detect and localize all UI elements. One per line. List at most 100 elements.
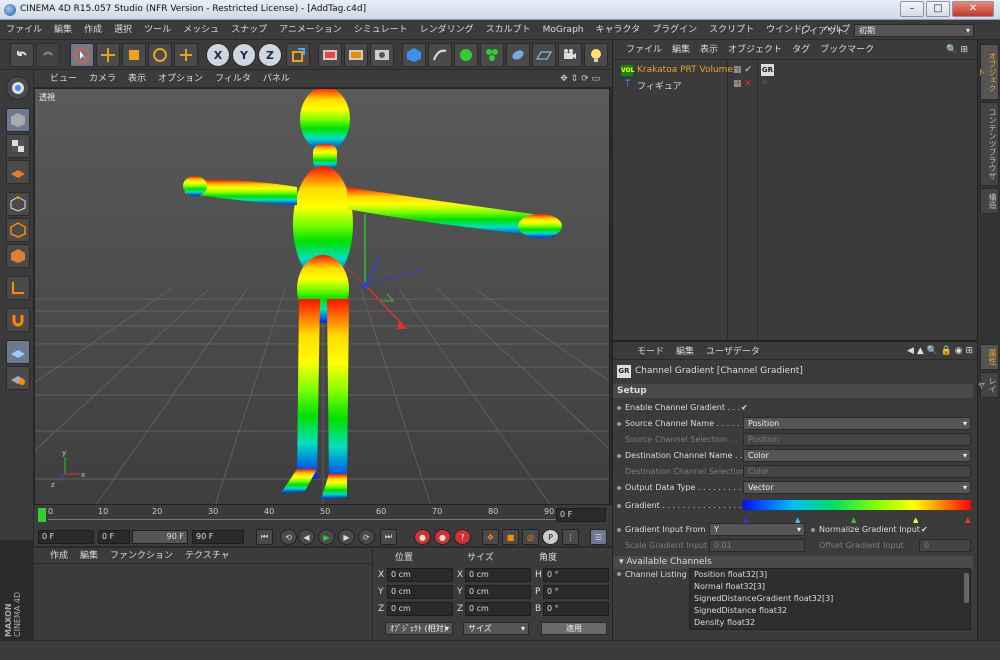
gradient-knots[interactable]: ▲ ▲ ▲ ▲ ▲: [743, 512, 971, 524]
cube-primitive-icon[interactable]: [402, 43, 426, 67]
position-y-field[interactable]: 0 cm: [387, 585, 453, 599]
gradient-bar[interactable]: [743, 500, 971, 510]
next-frame-icon[interactable]: ▶: [338, 529, 355, 545]
vp-menu-options[interactable]: オプション: [152, 70, 209, 88]
attr-menu-mode[interactable]: モード: [631, 344, 670, 357]
live-selection-icon[interactable]: [174, 43, 198, 67]
cloner-icon[interactable]: [480, 43, 504, 67]
menu-sculpt[interactable]: スカルプト: [480, 20, 537, 40]
obj-menu-tags[interactable]: タグ: [787, 40, 815, 60]
axis-mode-icon[interactable]: [6, 276, 30, 300]
menu-simulate[interactable]: シミュレート: [348, 20, 414, 40]
mat-menu-texture[interactable]: テクスチャ: [179, 548, 236, 564]
edges-mode-icon[interactable]: [6, 218, 30, 242]
obj-menu-file[interactable]: ファイル: [621, 40, 667, 60]
menu-select[interactable]: 選択: [108, 20, 138, 40]
gradient-input-dropdown[interactable]: Y ▾: [709, 523, 805, 536]
size-y-field[interactable]: 0 cm: [465, 585, 531, 599]
menu-mesh[interactable]: メッシュ: [177, 20, 225, 40]
particle-figure[interactable]: [183, 89, 562, 499]
render-view-icon[interactable]: [318, 43, 342, 67]
end-frame-field[interactable]: 90 F: [192, 530, 244, 544]
key-scale-icon[interactable]: ■: [502, 529, 519, 545]
floor-icon[interactable]: [532, 43, 556, 67]
polygons-mode-icon[interactable]: [6, 244, 30, 268]
play-icon[interactable]: ▶: [318, 529, 335, 545]
previous-key-icon[interactable]: ⟲: [280, 529, 297, 545]
vp-menu-view[interactable]: ビュー: [44, 70, 83, 88]
channel-gradient-tag-icon[interactable]: GR: [761, 64, 774, 76]
timeline-end-field[interactable]: 0 F: [556, 508, 606, 522]
select-arrow-icon[interactable]: [70, 43, 94, 67]
camera-icon[interactable]: [558, 43, 582, 67]
keyframe-selection-icon[interactable]: ?: [454, 529, 471, 545]
x-axis-lock-icon[interactable]: X: [206, 43, 230, 67]
key-position-icon[interactable]: ✥: [482, 529, 499, 545]
setup-section-header[interactable]: Setup: [613, 384, 973, 398]
size-x-field[interactable]: 0 cm: [465, 568, 531, 582]
planar-workplane-icon[interactable]: [6, 366, 30, 390]
layout-dropdown[interactable]: 初期 ▾: [854, 23, 975, 37]
position-x-field[interactable]: 0 cm: [387, 568, 453, 582]
rotation-b-field[interactable]: 0 °: [543, 602, 609, 616]
vp-menu-camera[interactable]: カメラ: [83, 70, 122, 88]
coordinate-system-icon[interactable]: [286, 43, 310, 67]
spline-pen-icon[interactable]: [428, 43, 452, 67]
rotation-p-field[interactable]: 0 °: [543, 585, 609, 599]
current-frame-field[interactable]: 0 F: [38, 530, 94, 544]
tab-objects[interactable]: オブジェクト: [977, 44, 999, 100]
size-z-field[interactable]: 0 cm: [465, 602, 531, 616]
apply-button[interactable]: 適用: [541, 622, 607, 635]
timeline-ruler[interactable]: 0 10 20 30 40 50 60 70 80 90 0 F: [34, 505, 612, 527]
y-axis-lock-icon[interactable]: Y: [232, 43, 256, 67]
light-icon[interactable]: [584, 43, 608, 67]
mat-menu-create[interactable]: 作成: [44, 548, 74, 564]
vp-menu-panel[interactable]: パネル: [257, 70, 296, 88]
z-axis-lock-icon[interactable]: Z: [258, 43, 282, 67]
autokey-icon[interactable]: ●: [434, 529, 451, 545]
channel-scrollbar[interactable]: [964, 573, 969, 603]
rotation-h-field[interactable]: 0 °: [543, 568, 609, 582]
obj-manager-search-icon[interactable]: 🔍 ⊞: [941, 40, 973, 60]
key-parameter-icon[interactable]: P: [542, 529, 559, 545]
normalize-checkbox[interactable]: ✔: [921, 522, 928, 538]
size-mode-dropdown[interactable]: サイズ ▾: [463, 622, 529, 635]
menu-edit[interactable]: 編集: [48, 20, 78, 40]
channel-item[interactable]: Position float32[3]: [694, 569, 970, 581]
maximize-button[interactable]: □: [926, 1, 950, 17]
close-button[interactable]: ✕: [952, 1, 994, 17]
dest-channel-dropdown[interactable]: Color ▾: [743, 449, 971, 462]
visibility-toggle-icon[interactable]: ▦ ✕: [733, 79, 752, 89]
menu-character[interactable]: キャラクタ: [590, 20, 647, 40]
tab-layers[interactable]: レイヤ: [977, 372, 999, 398]
menu-tools[interactable]: ツール: [138, 20, 177, 40]
menu-plugins[interactable]: プラグイン: [646, 20, 703, 40]
preview-range-slider[interactable]: 90 F: [132, 530, 188, 544]
timeline-window-icon[interactable]: ☰: [590, 529, 607, 545]
channel-listing-box[interactable]: Position float32[3] Normal float32[3] Si…: [689, 568, 971, 630]
redo-icon[interactable]: [36, 43, 60, 67]
tab-content-browser[interactable]: コンテンツブラウザ: [980, 102, 999, 186]
enable-gradient-checkbox[interactable]: ✔: [741, 400, 748, 416]
go-to-start-icon[interactable]: ⏮: [256, 529, 273, 545]
object-name[interactable]: フィギュア: [637, 79, 682, 92]
object-row[interactable]: ⍑ フィギュア ▦ ✕ ⁘: [621, 78, 976, 92]
phong-tag-icon[interactable]: ⁘: [761, 78, 769, 88]
points-mode-icon[interactable]: [6, 192, 30, 216]
subdivision-surface-icon[interactable]: [454, 43, 478, 67]
rotate-icon[interactable]: [148, 43, 172, 67]
model-mode-icon[interactable]: [6, 108, 30, 132]
previous-frame-icon[interactable]: ◀: [298, 529, 315, 545]
object-row[interactable]: VOL Krakatoa PRT Volume ▦ ✔ GR: [621, 64, 976, 78]
visibility-toggle-icon[interactable]: ▦ ✔: [733, 65, 752, 75]
source-channel-dropdown[interactable]: Position ▾: [743, 417, 971, 430]
next-key-icon[interactable]: ⟳: [358, 529, 375, 545]
attr-nav-icons[interactable]: ◀ ▲ 🔍 🔒 ◉ ⊞: [907, 346, 973, 356]
menu-animation[interactable]: アニメーション: [273, 20, 348, 40]
mat-menu-function[interactable]: ファンクション: [104, 548, 179, 564]
obj-menu-edit[interactable]: 編集: [667, 40, 695, 60]
channel-item[interactable]: Density float32: [694, 617, 970, 629]
menu-create[interactable]: 作成: [78, 20, 108, 40]
perspective-viewport[interactable]: 透視 y x z: [34, 88, 610, 505]
scale-icon[interactable]: [122, 43, 146, 67]
